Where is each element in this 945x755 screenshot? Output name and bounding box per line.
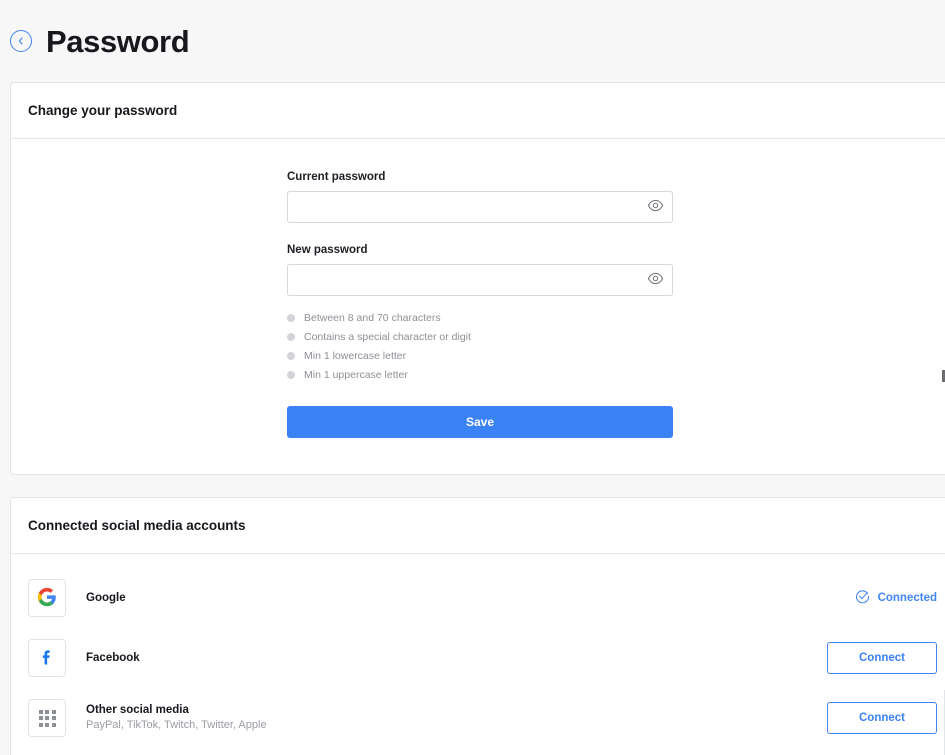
check-circle-icon [855,589,870,607]
facebook-logo-icon [37,647,57,670]
facebook-logo-tile [28,639,66,677]
connected-label: Connected [877,592,937,604]
change-password-card-header: Change your password [11,83,945,139]
other-social-logo-tile [28,699,66,737]
change-password-title: Change your password [28,103,178,118]
connected-social-accounts-card: Connected social media accounts Google C… [10,497,945,755]
social-account-name: Other social media [86,703,189,716]
eye-icon [647,197,664,217]
new-password-field-wrap [287,264,673,296]
requirement-bullet-icon [287,351,295,360]
google-logo-tile [28,579,66,617]
current-password-field-wrap [287,191,673,223]
requirement-label: Min 1 lowercase letter [304,349,407,362]
current-password-label: Current password [287,171,386,183]
password-form-inner: Current password New password Between 8 … [287,171,673,438]
requirement-bullet-icon [287,313,295,322]
social-account-action: Connect [747,642,937,674]
social-account-meta: Other social media PayPal, TikTok, Twitc… [86,702,747,735]
requirement-bullet-icon [287,370,295,379]
page-title: Password [46,23,190,59]
requirement-label: Min 1 uppercase letter [304,368,408,381]
new-password-input[interactable] [287,264,673,296]
social-account-action: Connect [747,702,937,734]
google-logo-icon [37,587,57,610]
connect-button-facebook[interactable]: Connect [827,642,937,674]
list-item: Facebook Connect [11,628,945,688]
password-form: Current password New password Between 8 … [11,139,945,474]
save-button[interactable]: Save [287,406,673,438]
connected-social-accounts-card-header: Connected social media accounts [11,498,945,554]
social-account-meta: Google [86,590,747,607]
change-password-card-body: Current password New password Between 8 … [11,139,945,474]
current-password-eye-toggle[interactable] [645,197,665,217]
list-item: Min 1 lowercase letter [287,346,673,365]
new-password-eye-toggle[interactable] [645,270,665,290]
current-password-input[interactable] [287,191,673,223]
social-account-name: Facebook [86,651,140,664]
chevron-left-circle-icon [17,37,25,45]
social-account-name: Google [86,591,126,604]
requirement-bullet-icon [287,332,295,341]
back-button[interactable] [10,30,32,52]
list-item: Google Connected [11,568,945,628]
social-account-meta: Facebook [86,650,747,667]
status-badge: Connected [855,589,937,607]
page-header: Password [0,0,945,82]
list-item: Between 8 and 70 characters [287,308,673,327]
password-requirements-list: Between 8 and 70 characters Contains a s… [287,308,673,384]
requirement-label: Contains a special character or digit [304,330,471,343]
list-item: Contains a special character or digit [287,327,673,346]
change-password-card: Change your password Current password Ne… [10,82,945,475]
new-password-label: New password [287,244,368,256]
list-item: Other social media PayPal, TikTok, Twitc… [11,688,945,748]
requirement-label: Between 8 and 70 characters [304,311,441,324]
social-account-subtitle: PayPal, TikTok, Twitch, Twitter, Apple [86,719,267,732]
list-item: Min 1 uppercase letter [287,365,673,384]
grid-apps-icon [38,709,56,727]
eye-icon [647,270,664,290]
connected-social-accounts-title: Connected social media accounts [28,518,246,533]
social-accounts-list: Google Connected Facebook Connect Other … [11,554,945,755]
social-account-action: Connected [747,589,937,607]
connect-button-other-social[interactable]: Connect [827,702,937,734]
